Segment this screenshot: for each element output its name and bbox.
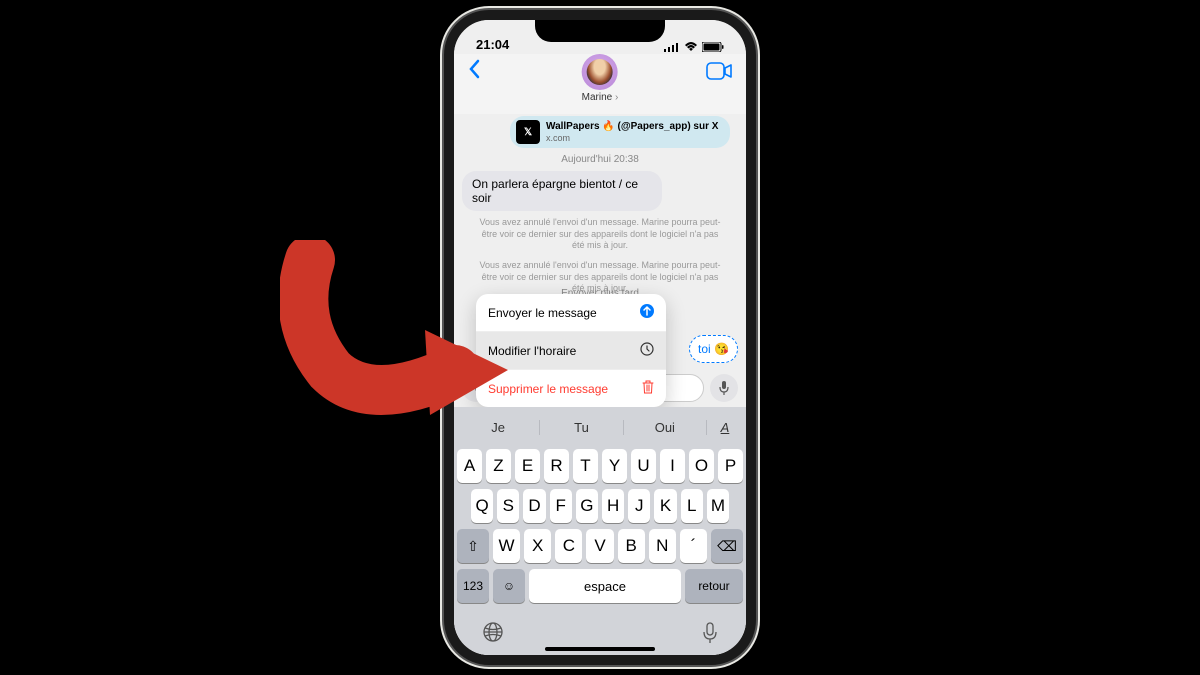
- nav-bar: Marine: [454, 54, 746, 114]
- suggestion[interactable]: Tu: [540, 420, 623, 435]
- shift-key[interactable]: ⇧: [457, 529, 489, 563]
- scheduled-message-bubble[interactable]: toi 😘: [689, 335, 738, 363]
- back-button[interactable]: [468, 58, 480, 86]
- key-´[interactable]: ´: [680, 529, 707, 563]
- key-q[interactable]: Q: [471, 489, 493, 523]
- space-key[interactable]: espace: [529, 569, 681, 603]
- key-k[interactable]: K: [654, 489, 676, 523]
- key-v[interactable]: V: [586, 529, 613, 563]
- emoji-key[interactable]: ☺: [493, 569, 525, 603]
- key-t[interactable]: T: [573, 449, 598, 483]
- key-n[interactable]: N: [649, 529, 676, 563]
- key-g[interactable]: G: [576, 489, 598, 523]
- contact-name: Marine: [582, 92, 619, 103]
- globe-icon[interactable]: [482, 621, 504, 649]
- suggestion-bar: Je Tu Oui A: [457, 411, 743, 443]
- key-s[interactable]: S: [497, 489, 519, 523]
- context-menu: Envoyer le message Modifier l'horaire Su…: [476, 294, 666, 407]
- key-row-2: QSDFGHJKLM: [457, 489, 743, 523]
- timestamp: Aujourd'hui 20:38: [462, 154, 738, 165]
- keyboard: Je Tu Oui A AZERTYUIOP QSDFGHJKLM ⇧ WXCV…: [454, 407, 746, 615]
- key-row-1: AZERTYUIOP: [457, 449, 743, 483]
- key-d[interactable]: D: [523, 489, 545, 523]
- key-u[interactable]: U: [631, 449, 656, 483]
- notch: [535, 20, 665, 42]
- status-time: 21:04: [476, 37, 509, 52]
- x-app-icon: 𝕏: [516, 120, 540, 144]
- link-preview[interactable]: 𝕏 WallPapers 🔥 (@Papers_app) sur X x.com: [510, 116, 730, 148]
- menu-edit-schedule[interactable]: Modifier l'horaire: [476, 332, 666, 370]
- key-j[interactable]: J: [628, 489, 650, 523]
- key-c[interactable]: C: [555, 529, 582, 563]
- key-a[interactable]: A: [457, 449, 482, 483]
- key-l[interactable]: L: [681, 489, 703, 523]
- system-notice: Vous avez annulé l'envoi d'un message. M…: [462, 213, 738, 256]
- key-p[interactable]: P: [718, 449, 743, 483]
- key-o[interactable]: O: [689, 449, 714, 483]
- key-h[interactable]: H: [602, 489, 624, 523]
- message-thread[interactable]: 𝕏 WallPapers 🔥 (@Papers_app) sur X x.com…: [454, 114, 746, 407]
- send-icon: [640, 304, 654, 321]
- backspace-key[interactable]: ⌫: [711, 529, 743, 563]
- key-w[interactable]: W: [493, 529, 520, 563]
- numeric-key[interactable]: 123: [457, 569, 489, 603]
- avatar: [582, 54, 618, 90]
- key-m[interactable]: M: [707, 489, 729, 523]
- cellular-signal-icon: [664, 42, 680, 52]
- key-z[interactable]: Z: [486, 449, 511, 483]
- wifi-icon: [684, 42, 698, 52]
- return-key[interactable]: retour: [685, 569, 743, 603]
- key-r[interactable]: R: [544, 449, 569, 483]
- text-format-icon[interactable]: A: [707, 420, 743, 435]
- key-b[interactable]: B: [618, 529, 645, 563]
- key-x[interactable]: X: [524, 529, 551, 563]
- key-f[interactable]: F: [550, 489, 572, 523]
- menu-delete-message[interactable]: Supprimer le message: [476, 370, 666, 407]
- contact-header[interactable]: Marine: [582, 54, 619, 103]
- key-y[interactable]: Y: [602, 449, 627, 483]
- iphone-frame: 21:04 Marine: [444, 10, 756, 665]
- link-domain: x.com: [546, 133, 718, 144]
- trash-icon: [642, 380, 654, 397]
- key-i[interactable]: I: [660, 449, 685, 483]
- facetime-button[interactable]: [706, 62, 732, 85]
- key-e[interactable]: E: [515, 449, 540, 483]
- clock-icon: [640, 342, 654, 359]
- key-row-3: ⇧ WXCVBN´⌫: [457, 529, 743, 563]
- dictation-button[interactable]: [710, 374, 738, 402]
- suggestion[interactable]: Je: [457, 420, 540, 435]
- battery-icon: [702, 42, 724, 52]
- home-indicator[interactable]: [545, 647, 655, 651]
- suggestion[interactable]: Oui: [624, 420, 707, 435]
- incoming-message[interactable]: On parlera épargne bientot / ce soir: [462, 171, 662, 211]
- link-title: WallPapers 🔥 (@Papers_app) sur X: [546, 121, 718, 133]
- menu-send-message[interactable]: Envoyer le message: [476, 294, 666, 332]
- mic-icon[interactable]: [702, 622, 718, 649]
